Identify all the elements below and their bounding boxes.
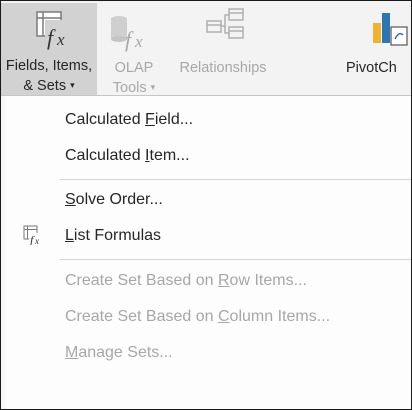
dropdown-caret-icon: ▾ <box>70 80 75 90</box>
svg-text:f: f <box>125 27 134 52</box>
menu-separator <box>59 259 411 260</box>
olap-tools-label-1: OLAP <box>114 60 154 76</box>
menu-item-calculated-field[interactable]: Calculated Field... <box>1 103 411 137</box>
pivotchart-button[interactable]: PivotCh <box>345 5 411 91</box>
menu-item-label: Solve Order... <box>65 191 163 208</box>
menu-item-label: Create Set Based on Column Items... <box>65 308 331 325</box>
app-frame: f x Fields, Items, & Sets ▾ f x OLAP Too… <box>0 0 412 410</box>
svg-text:x: x <box>134 32 143 51</box>
svg-text:x: x <box>34 236 39 245</box>
menu-item-manage-sets[interactable]: Manage Sets... <box>1 336 411 370</box>
menu-item-create-set-column[interactable]: Create Set Based on Column Items... <box>1 300 411 334</box>
menu-item-create-set-row[interactable]: Create Set Based on Row Items... <box>1 264 411 298</box>
fields-items-sets-label-1: Fields, Items, <box>5 58 93 74</box>
ribbon-group: f x Fields, Items, & Sets ▾ f x OLAP Too… <box>1 1 411 96</box>
menu-item-label: List Formulas <box>65 227 162 244</box>
menu-item-solve-order[interactable]: Solve Order... <box>1 183 411 217</box>
menu-item-label: Create Set Based on Row Items... <box>65 272 307 289</box>
menu-item-list-formulas[interactable]: f x List Formulas <box>1 219 411 253</box>
list-formulas-icon: f x <box>23 225 43 247</box>
fields-items-sets-menu: Calculated Field... Calculated Item... S… <box>1 95 411 409</box>
menu-item-calculated-item[interactable]: Calculated Item... <box>1 139 411 173</box>
relationships-button[interactable]: Relationships <box>165 5 281 91</box>
menu-item-label: Manage Sets... <box>65 344 173 361</box>
fields-items-sets-button[interactable]: f x Fields, Items, & Sets ▾ <box>1 3 97 95</box>
menu-separator <box>59 179 411 180</box>
olap-tools-button[interactable]: f x OLAP Tools ▾ <box>103 5 165 96</box>
fields-items-sets-icon: f x <box>1 3 97 57</box>
menu-item-label: Calculated Field... <box>65 111 194 128</box>
pivotchart-icon <box>345 5 411 59</box>
fields-items-sets-label-2: & Sets ▾ <box>23 78 75 94</box>
relationships-label: Relationships <box>179 60 267 76</box>
pivotchart-label: PivotCh <box>346 60 397 76</box>
menu-item-label: Calculated Item... <box>65 147 190 164</box>
relationships-icon <box>165 5 281 59</box>
svg-text:x: x <box>56 30 65 49</box>
dropdown-caret-icon: ▾ <box>150 82 156 92</box>
olap-tools-icon: f x <box>103 5 165 59</box>
